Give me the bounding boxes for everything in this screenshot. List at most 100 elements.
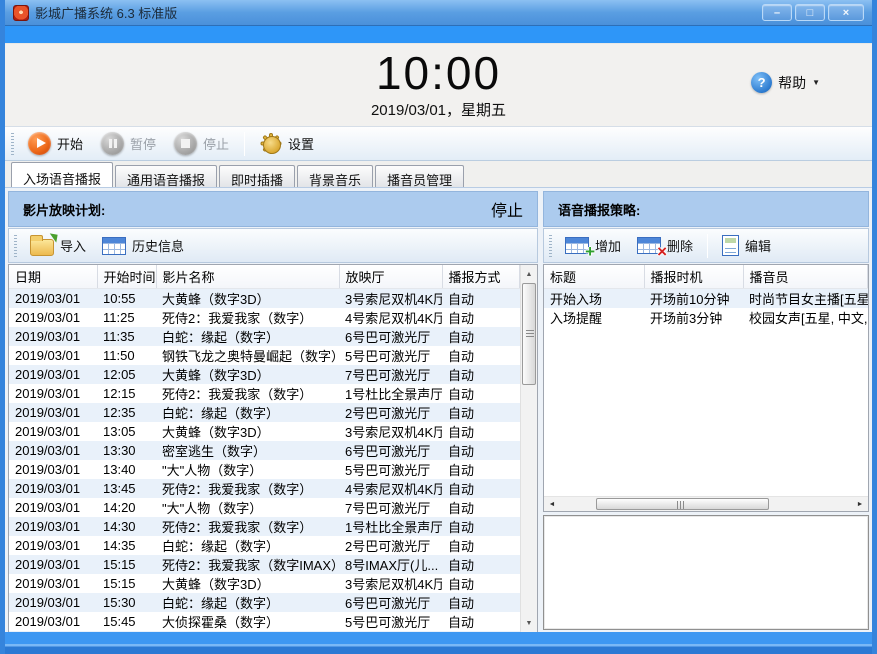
column-header[interactable]: 播音员 xyxy=(743,265,868,288)
help-button[interactable]: ? 帮助 ▼ xyxy=(751,72,820,93)
scrollbar-thumb[interactable] xyxy=(522,283,536,385)
delete-button[interactable]: × 删除 xyxy=(629,234,701,257)
column-header[interactable]: 标题 xyxy=(544,265,644,288)
edit-document-icon xyxy=(722,235,739,256)
vertical-scrollbar[interactable]: ▲ ▼ xyxy=(520,265,537,632)
strategy-panel: 语音播报策略: + 增加 × 删除 xyxy=(543,191,869,630)
table-row[interactable]: 2019/03/0116:00死侍2：我爱我家（数字）4号索尼双机4K厅自动 xyxy=(9,631,520,633)
tab-2[interactable]: 即时插播 xyxy=(219,165,295,187)
app-icon xyxy=(13,5,29,21)
column-header[interactable]: 开始时间 xyxy=(97,265,156,288)
scroll-right-icon[interactable]: ► xyxy=(853,497,867,511)
column-header[interactable]: 播报方式 xyxy=(442,265,520,288)
chevron-down-icon: ▼ xyxy=(812,78,820,87)
clock-date: 2019/03/01，星期五 xyxy=(5,99,872,120)
table-cell: 钢铁飞龙之奥特曼崛起（数字） xyxy=(156,346,339,365)
table-cell: 2号巴可激光厅 xyxy=(339,403,442,422)
scroll-up-icon[interactable]: ▲ xyxy=(521,266,537,282)
scroll-left-icon[interactable]: ◄ xyxy=(545,497,559,511)
column-header[interactable]: 播报时机 xyxy=(644,265,743,288)
table-cell: 死侍2：我爱我家（数字IMAX） xyxy=(156,555,339,574)
table-row[interactable]: 2019/03/0112:15死侍2：我爱我家（数字）1号杜比全景声厅自动 xyxy=(9,384,520,403)
table-cell: 14:30 xyxy=(97,517,156,536)
table-row[interactable]: 2019/03/0114:30死侍2：我爱我家（数字）1号杜比全景声厅自动 xyxy=(9,517,520,536)
table-cell: 3号索尼双机4K厅 xyxy=(339,288,442,308)
table-cell: 12:05 xyxy=(97,365,156,384)
main-toolbar: 开始 暂停 停止 设置 xyxy=(5,126,872,161)
table-row[interactable]: 2019/03/0111:35白蛇：缘起（数字）6号巴可激光厅自动 xyxy=(9,327,520,346)
table-cell: 1号杜比全景声厅 xyxy=(339,517,442,536)
toolbar-grip xyxy=(14,235,17,257)
strategy-table: 标题播报时机播音员 开始入场开场前10分钟时尚节目女主播[五星入场提醒开场前3分… xyxy=(543,264,869,512)
table-cell: 2019/03/01 xyxy=(9,327,97,346)
table-row[interactable]: 2019/03/0111:25死侍2：我爱我家（数字）4号索尼双机4K厅自动 xyxy=(9,308,520,327)
schedule-panel-title: 影片放映计划: xyxy=(23,200,105,219)
add-button[interactable]: + 增加 xyxy=(557,234,629,257)
table-cell: 2019/03/01 xyxy=(9,536,97,555)
titlebar[interactable]: 影城广播系统 6.3 标准版 – □ × xyxy=(5,0,872,26)
table-row[interactable]: 2019/03/0115:45大侦探霍桑（数字）5号巴可激光厅自动 xyxy=(9,612,520,631)
minimize-button[interactable]: – xyxy=(762,4,792,21)
table-row[interactable]: 2019/03/0115:15死侍2：我爱我家（数字IMAX）8号IMAX厅(儿… xyxy=(9,555,520,574)
table-row[interactable]: 入场提醒开场前3分钟校园女声[五星, 中文, xyxy=(544,308,868,327)
table-cell: 13:30 xyxy=(97,441,156,460)
table-cell: 2019/03/01 xyxy=(9,288,97,308)
edit-label: 编辑 xyxy=(745,236,771,255)
table-row[interactable]: 2019/03/0113:45死侍2：我爱我家（数字）4号索尼双机4K厅自动 xyxy=(9,479,520,498)
pause-icon xyxy=(101,132,124,155)
app-window: 影城广播系统 6.3 标准版 – □ × 10:00 2019/03/01，星期… xyxy=(0,0,877,654)
table-cell: 白蛇：缘起（数字） xyxy=(156,536,339,555)
history-button[interactable]: 历史信息 xyxy=(94,234,192,257)
table-row[interactable]: 2019/03/0113:05大黄蜂（数字3D）3号索尼双机4K厅自动 xyxy=(9,422,520,441)
tab-3[interactable]: 背景音乐 xyxy=(297,165,373,187)
start-button[interactable]: 开始 xyxy=(19,129,92,158)
table-cell: 死侍2：我爱我家（数字） xyxy=(156,517,339,536)
table-cell: 开始入场 xyxy=(544,288,644,308)
table-row[interactable]: 2019/03/0115:30白蛇：缘起（数字）6号巴可激光厅自动 xyxy=(9,593,520,612)
pause-button[interactable]: 暂停 xyxy=(92,129,165,158)
horizontal-scrollbar[interactable]: ◄ ► xyxy=(544,496,868,511)
stop-button[interactable]: 停止 xyxy=(165,129,238,158)
table-cell: 大黄蜂（数字3D） xyxy=(156,365,339,384)
table-row[interactable]: 2019/03/0110:55大黄蜂（数字3D）3号索尼双机4K厅自动 xyxy=(9,288,520,308)
table-cell: 15:15 xyxy=(97,555,156,574)
tab-4[interactable]: 播音员管理 xyxy=(375,165,464,187)
strategy-table-body: 开始入场开场前10分钟时尚节目女主播[五星入场提醒开场前3分钟校园女声[五星, … xyxy=(544,288,868,327)
tab-1[interactable]: 通用语音播报 xyxy=(115,165,217,187)
scrollbar-thumb[interactable] xyxy=(596,498,769,510)
scroll-down-icon[interactable]: ▼ xyxy=(521,615,537,631)
tab-0[interactable]: 入场语音播报 xyxy=(11,162,113,187)
table-cell: 自动 xyxy=(442,460,520,479)
import-button[interactable]: 导入 xyxy=(22,234,94,258)
column-header[interactable]: 影片名称 xyxy=(156,265,339,288)
settings-button[interactable]: 设置 xyxy=(251,129,323,158)
maximize-button[interactable]: □ xyxy=(795,4,825,21)
column-header[interactable]: 放映厅 xyxy=(339,265,442,288)
import-folder-icon xyxy=(30,239,54,256)
table-row[interactable]: 2019/03/0111:50钢铁飞龙之奥特曼崛起（数字）5号巴可激光厅自动 xyxy=(9,346,520,365)
table-row[interactable]: 开始入场开场前10分钟时尚节目女主播[五星 xyxy=(544,288,868,308)
column-header[interactable]: 日期 xyxy=(9,265,97,288)
table-cell: 15:30 xyxy=(97,593,156,612)
table-cell: 15:15 xyxy=(97,574,156,593)
table-cell: 大黄蜂（数字3D） xyxy=(156,288,339,308)
table-row[interactable]: 2019/03/0115:15大黄蜂（数字3D）3号索尼双机4K厅自动 xyxy=(9,574,520,593)
schedule-table-header: 日期开始时间影片名称放映厅播报方式 xyxy=(9,265,520,288)
table-cell: 2019/03/01 xyxy=(9,612,97,631)
table-row[interactable]: 2019/03/0112:05大黄蜂（数字3D）7号巴可激光厅自动 xyxy=(9,365,520,384)
table-cell: 13:05 xyxy=(97,422,156,441)
history-label: 历史信息 xyxy=(132,236,184,255)
table-row[interactable]: 2019/03/0114:20"大"人物（数字）7号巴可激光厅自动 xyxy=(9,498,520,517)
table-row[interactable]: 2019/03/0112:35白蛇：缘起（数字）2号巴可激光厅自动 xyxy=(9,403,520,422)
table-cell: 3号索尼双机4K厅 xyxy=(339,574,442,593)
table-cell: 2019/03/01 xyxy=(9,479,97,498)
table-row[interactable]: 2019/03/0113:30密室逃生（数字）6号巴可激光厅自动 xyxy=(9,441,520,460)
edit-button[interactable]: 编辑 xyxy=(714,233,779,258)
close-button[interactable]: × xyxy=(828,4,864,21)
table-row[interactable]: 2019/03/0114:35白蛇：缘起（数字）2号巴可激光厅自动 xyxy=(9,536,520,555)
add-label: 增加 xyxy=(595,236,621,255)
table-cell: 大黄蜂（数字3D） xyxy=(156,422,339,441)
table-row[interactable]: 2019/03/0113:40"大"人物（数字）5号巴可激光厅自动 xyxy=(9,460,520,479)
toolbar-grip xyxy=(549,235,552,257)
strategy-toolbar: + 增加 × 删除 编辑 xyxy=(543,228,869,263)
